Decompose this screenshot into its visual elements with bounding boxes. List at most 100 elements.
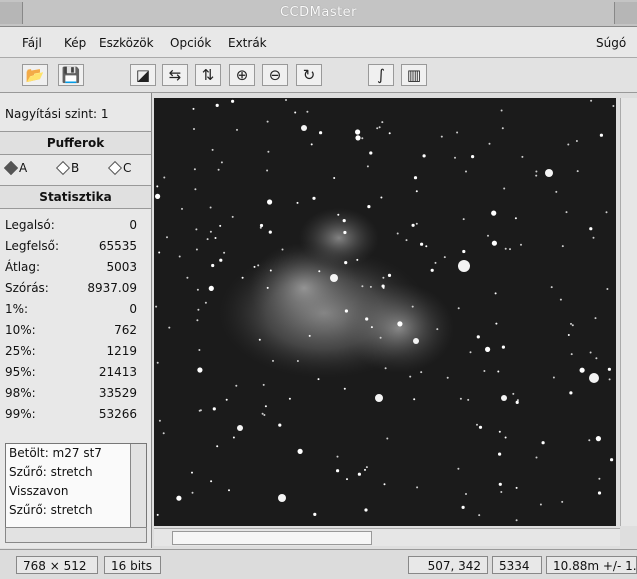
buffer-radio-b[interactable]: B <box>55 160 79 176</box>
star <box>301 125 307 131</box>
menu-help[interactable]: Súgó <box>596 36 626 50</box>
history-horizontal-scrollbar[interactable] <box>5 527 147 543</box>
star <box>361 285 364 288</box>
star <box>555 190 558 193</box>
star <box>228 489 230 492</box>
star <box>459 397 462 400</box>
star <box>425 245 428 248</box>
scrollbar-thumb[interactable] <box>172 531 372 545</box>
toolbar: 📂 💾 ◪ ⇆ ⇅ ⊕ ⊖ ↻ ∫ ▥ <box>0 58 637 93</box>
star <box>196 288 199 291</box>
buffer-radio-a[interactable]: A <box>3 160 27 176</box>
history-scrollbar[interactable] <box>130 444 146 527</box>
list-item[interactable]: Szűrő: stretch <box>9 503 93 517</box>
star <box>344 309 348 313</box>
star <box>380 196 383 199</box>
star <box>462 218 465 221</box>
star <box>550 286 553 289</box>
zoom-level-label: Nagyítási szint: 1 <box>5 107 109 121</box>
image-canvas[interactable] <box>154 98 616 526</box>
star <box>158 251 161 254</box>
star <box>308 334 311 337</box>
radio-selected-icon <box>3 160 19 176</box>
image-horizontal-scrollbar[interactable] <box>154 528 620 546</box>
star <box>461 505 465 509</box>
list-item[interactable]: Betölt: m27 st7 <box>9 446 102 460</box>
star <box>465 170 467 173</box>
star <box>237 425 243 431</box>
star <box>491 210 497 216</box>
star <box>430 268 434 272</box>
star <box>297 448 303 454</box>
buffer-radios: A B C <box>0 155 151 179</box>
star <box>598 477 601 480</box>
star <box>569 391 573 395</box>
star <box>476 335 480 339</box>
star <box>219 224 222 227</box>
rotate-button[interactable]: ↻ <box>296 64 322 86</box>
star <box>197 308 200 311</box>
star <box>306 110 309 113</box>
star <box>495 322 498 325</box>
star <box>612 105 615 107</box>
menu-tools[interactable]: Eszközök <box>99 36 154 50</box>
star <box>313 512 317 516</box>
star <box>264 405 267 408</box>
open-button[interactable]: 📂 <box>22 64 48 86</box>
flip-vertical-button[interactable]: ⇅ <box>195 64 221 86</box>
window-close-handle[interactable] <box>614 2 637 24</box>
histogram-button[interactable]: ▥ <box>401 64 427 86</box>
menu-extra[interactable]: Extrák <box>228 36 267 50</box>
star <box>195 248 198 251</box>
star <box>471 155 475 159</box>
star <box>196 319 199 322</box>
star <box>158 419 161 422</box>
star <box>376 127 379 130</box>
measurement-field: 10.88m +/- 1.48 <box>546 556 637 574</box>
star <box>599 133 603 137</box>
stat-row: Legfelső: 65535 <box>5 239 137 253</box>
star <box>156 513 159 516</box>
flip-vertical-icon: ⇅ <box>201 66 215 84</box>
contrast-button[interactable]: ◪ <box>130 64 156 86</box>
star <box>365 317 369 321</box>
curve-button[interactable]: ∫ <box>368 64 394 86</box>
flip-horizontal-button[interactable]: ⇆ <box>162 64 188 86</box>
star <box>515 519 518 522</box>
star <box>501 345 505 349</box>
zoom-out-button[interactable]: ⊖ <box>262 64 288 86</box>
zoom-in-button[interactable]: ⊕ <box>229 64 255 86</box>
image-vertical-scrollbar[interactable] <box>620 98 637 526</box>
buffer-radio-c[interactable]: C <box>107 160 131 176</box>
menu-image[interactable]: Kép <box>64 36 86 50</box>
star <box>561 245 564 248</box>
stat-row: 25%: 1219 <box>5 344 137 358</box>
window-title: CCDMaster <box>279 5 358 20</box>
star <box>467 398 470 401</box>
bit-depth-field: 16 bits <box>104 556 161 574</box>
star <box>382 276 385 279</box>
star <box>440 135 443 138</box>
star <box>272 359 274 362</box>
menu-file[interactable]: Fájl <box>22 36 42 50</box>
star <box>512 392 515 395</box>
title-bar[interactable]: CCDMaster <box>0 0 637 27</box>
star <box>409 375 412 378</box>
nebula-image <box>155 99 615 522</box>
menu-options[interactable]: Opciók <box>170 36 211 50</box>
star <box>231 215 234 218</box>
star <box>241 276 244 279</box>
star <box>156 185 159 188</box>
star <box>231 99 235 103</box>
list-item[interactable]: Szűrő: stretch <box>9 465 93 479</box>
star <box>288 397 291 400</box>
star <box>535 174 538 177</box>
save-button[interactable]: 💾 <box>58 64 84 86</box>
list-item[interactable]: Visszavon <box>9 484 68 498</box>
star <box>570 353 573 356</box>
history-log[interactable]: Betölt: m27 st7 Szűrő: stretch Visszavon… <box>5 443 147 528</box>
star <box>478 425 483 429</box>
star <box>163 176 166 179</box>
star <box>594 317 597 320</box>
star <box>497 370 500 373</box>
